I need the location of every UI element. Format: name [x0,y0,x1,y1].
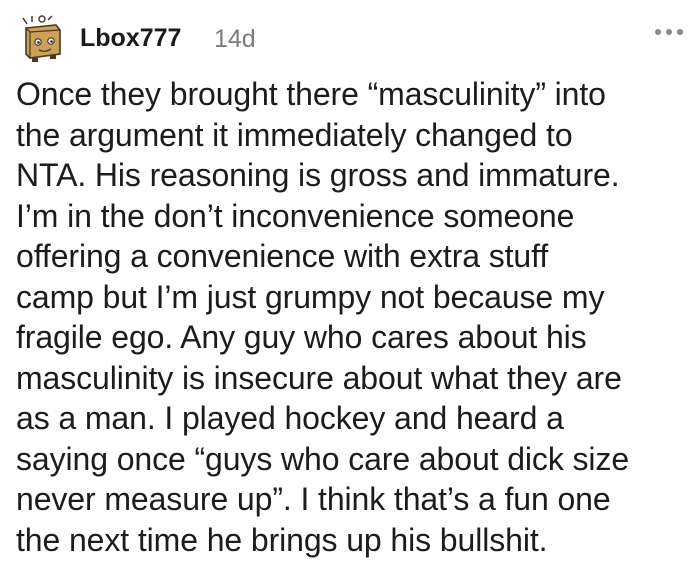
comment-body-line: saying once “guys who care about dick si… [16,440,630,477]
comment-body-line: camp but I’m just grumpy not because my [16,278,605,315]
comment-body-line: the argument it immediately changed to [16,116,573,153]
comment-body-line: never measure up”. I think that’s a fun … [16,481,611,517]
comment-body-line: Once they brought there “masculinity” in… [16,76,606,112]
comment-header: Lbox777 14d [18,14,684,66]
more-horizontal-icon[interactable] [654,27,684,37]
snoo-avatar-icon[interactable] [18,14,68,64]
comment-age: 14d [214,25,256,53]
comment-body-line: NTA. His reasoning is gross and immature… [16,157,620,193]
comment-body-line: offering a convenience with extra stuff [16,238,549,274]
comment-body-line: fragile ego. Any guy who cares about his [16,319,587,355]
comment: Lbox777 14d Once they brought there “mas… [0,0,700,585]
comment-body: Once they brought there “masculinity” in… [16,74,696,560]
comment-body-line: masculinity is insecure about what they … [16,359,622,396]
comment-body-line: the next time he brings up his bullshit. [16,521,548,558]
comment-body-line: I’m in the don’t inconvenience someone [16,197,575,234]
comment-author-link[interactable]: Lbox777 [80,24,181,53]
comment-body-line: as a man. I played hockey and heard a [16,400,564,436]
